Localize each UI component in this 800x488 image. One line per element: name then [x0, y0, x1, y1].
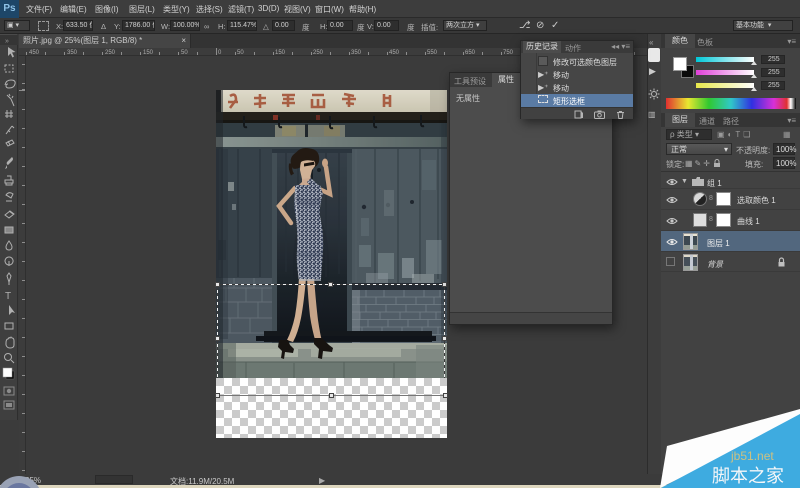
svg-text:350: 350: [67, 50, 78, 56]
svg-text:450: 450: [29, 50, 40, 56]
svg-text:750: 750: [503, 50, 514, 56]
svg-text:50: 50: [181, 50, 188, 56]
svg-text:»: »: [5, 38, 9, 45]
svg-text:0: 0: [218, 50, 222, 56]
svg-text:350: 350: [351, 50, 362, 56]
svg-text:脚本之家: 脚本之家: [712, 466, 784, 486]
svg-text:550: 550: [427, 50, 438, 56]
svg-text:250: 250: [313, 50, 324, 56]
svg-text:650: 650: [465, 50, 476, 56]
svg-text:jb51.net: jb51.net: [730, 449, 774, 463]
svg-text:150: 150: [143, 50, 154, 56]
svg-text:T: T: [5, 291, 11, 302]
svg-text:150: 150: [275, 50, 286, 56]
svg-text:50: 50: [237, 50, 244, 56]
svg-text:450: 450: [389, 50, 400, 56]
svg-text:250: 250: [105, 50, 116, 56]
